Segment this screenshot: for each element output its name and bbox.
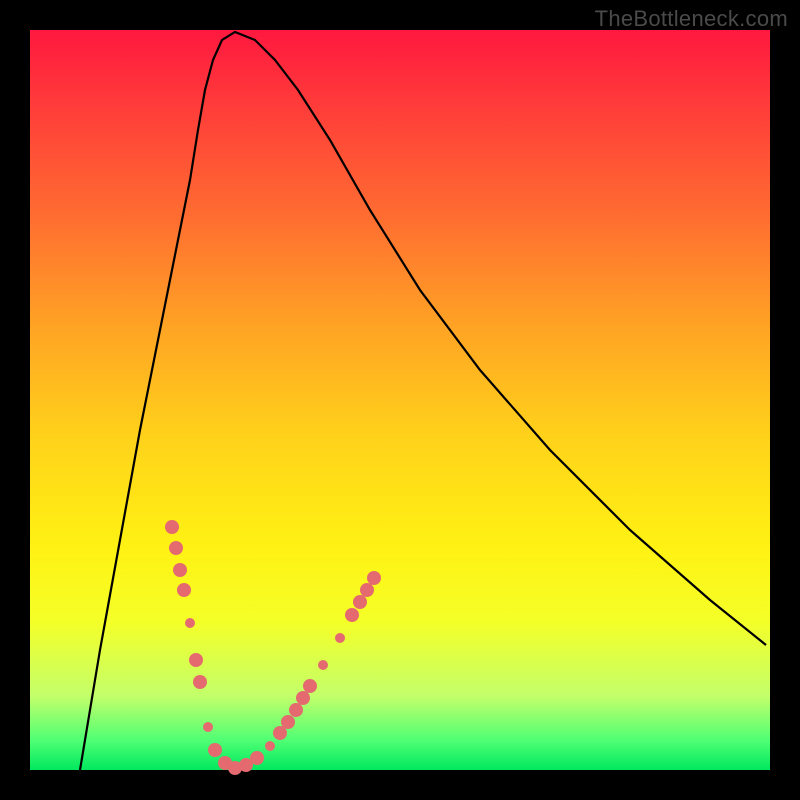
- curve-bead: [189, 653, 203, 667]
- bottleneck-curve-path: [80, 32, 766, 770]
- curve-bead: [193, 675, 207, 689]
- curve-bead: [335, 633, 345, 643]
- curve-bead: [303, 679, 317, 693]
- curve-bead: [265, 741, 275, 751]
- curve-bead: [318, 660, 328, 670]
- chart-plot-area: [30, 30, 770, 770]
- curve-bead: [296, 691, 310, 705]
- curve-beads-group: [165, 520, 381, 775]
- curve-bead: [281, 715, 295, 729]
- curve-bead: [169, 541, 183, 555]
- curve-bead: [345, 608, 359, 622]
- curve-bead: [289, 703, 303, 717]
- curve-bead: [165, 520, 179, 534]
- bottleneck-curve-svg: [30, 30, 770, 770]
- curve-bead: [177, 583, 191, 597]
- watermark-text: TheBottleneck.com: [595, 6, 788, 32]
- curve-bead: [367, 571, 381, 585]
- curve-bead: [353, 595, 367, 609]
- curve-bead: [203, 722, 213, 732]
- curve-bead: [250, 751, 264, 765]
- curve-bead: [173, 563, 187, 577]
- curve-bead: [185, 618, 195, 628]
- curve-bead: [360, 583, 374, 597]
- curve-bead: [208, 743, 222, 757]
